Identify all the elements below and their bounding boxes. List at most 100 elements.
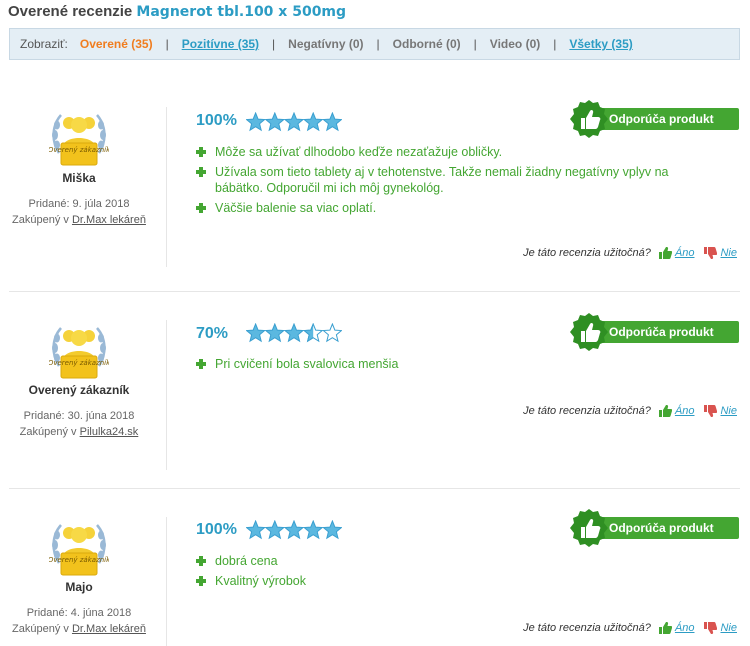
filter-video: Video (0) (489, 37, 541, 51)
filter-expert: Odborné (0) (392, 37, 461, 51)
pros-item: Môže sa užívať dlhodobo keďže nezaťažuje… (196, 144, 676, 160)
review-author: Majo (65, 580, 93, 594)
thumb-down-icon[interactable] (704, 247, 718, 259)
star-mark (264, 520, 286, 540)
review-item: Overený zákazník Majo Pridané: 4. júna 2… (9, 505, 740, 646)
review-meta: Pridané: 9. júla 2018 Zakúpený v Dr.Max … (9, 196, 149, 228)
plus-icon (196, 359, 206, 369)
thumb-down-icon[interactable] (704, 405, 718, 417)
filter-verified[interactable]: Overené (35) (80, 37, 153, 51)
review-item: Overený zákazník Overený zákazník Pridan… (9, 308, 741, 489)
shop-link[interactable]: Pilulka24.sk (80, 426, 139, 438)
plus-icon (196, 576, 206, 586)
helpful-no-link[interactable]: Nie (720, 247, 737, 259)
helpful-prompt: Je táto recenzia užitočná? Áno Nie (523, 405, 737, 417)
review-author: Overený zákazník (28, 383, 130, 397)
thumb-up-icon[interactable] (658, 247, 672, 259)
review-score: 70% (196, 325, 229, 342)
pros-list: Môže sa užívať dlhodobo keďže nezaťažuje… (196, 144, 676, 220)
review-meta: Pridané: 30. júna 2018 Zakúpený v Pilulk… (9, 408, 149, 440)
star-mark (246, 323, 266, 343)
filter-label: Zobraziť: (20, 37, 68, 51)
recommend-badge: Odporúča produkt (569, 508, 741, 548)
verified-customer-badge: Overený zákazník (49, 114, 109, 166)
star-mark (246, 112, 266, 132)
helpful-yes-link[interactable]: Áno (675, 622, 695, 634)
review-divider (9, 488, 740, 489)
star-mark (322, 520, 342, 540)
star-mark (322, 323, 342, 343)
thumb-up-icon[interactable] (658, 405, 672, 417)
plus-icon (196, 556, 206, 566)
thumb-down-icon[interactable] (704, 622, 718, 634)
pros-item: Pri cvičení bola svalovica menšia (196, 356, 676, 372)
shop-link[interactable]: Dr.Max lekáreň (72, 214, 146, 226)
star-mark (283, 323, 305, 343)
star-mark (302, 520, 324, 540)
pros-item: Väčšie balenie sa viac oplatí. (196, 200, 676, 216)
badge-text: Overený zákazník (49, 556, 109, 564)
bought-prefix: Zakúpený v (19, 426, 77, 438)
pros-item: dobrá cena (196, 553, 676, 569)
recommend-badge: Odporúča produkt (569, 312, 741, 352)
star-mark (264, 112, 286, 132)
review-divider (9, 291, 740, 292)
star-mark (264, 323, 286, 343)
filter-separator: | (553, 37, 557, 51)
filter-positive[interactable]: Pozitívne (35) (182, 37, 259, 51)
plus-icon (196, 203, 206, 213)
column-divider (166, 517, 167, 646)
helpful-yes-link[interactable]: Áno (675, 247, 695, 259)
pros-list: dobrá cena Kvalitný výrobok (196, 553, 676, 593)
rating-stars (246, 520, 342, 540)
recommend-label: Odporúča produkt (609, 521, 714, 535)
rating-stars (246, 323, 342, 343)
pros-item: Kvalitný výrobok (196, 573, 676, 589)
recommend-label: Odporúča produkt (609, 325, 714, 339)
helpful-prompt: Je táto recenzia užitočná? Áno Nie (523, 247, 737, 259)
review-shop-line: Zakúpený v Pilulka24.sk (9, 424, 149, 440)
page-title: Overené recenzie Magnerot tbl.100 x 500m… (8, 3, 346, 20)
thumbs-up-icon (570, 313, 608, 351)
column-divider (166, 320, 167, 470)
thumb-up-icon[interactable] (658, 622, 672, 634)
helpful-no-link[interactable]: Nie (720, 622, 737, 634)
star-mark (283, 520, 305, 540)
star-mark (246, 520, 266, 540)
helpful-question: Je táto recenzia užitočná? (523, 622, 651, 634)
filter-all[interactable]: Všetky (35) (569, 37, 632, 51)
recommend-label: Odporúča produkt (609, 112, 714, 126)
helpful-question: Je táto recenzia užitočná? (523, 405, 651, 417)
verified-customer-badge: Overený zákazník (49, 327, 109, 379)
star-mark (302, 112, 324, 132)
recommend-badge: Odporúča produkt (569, 99, 741, 139)
pros-list: Pri cvičení bola svalovica menšia (196, 356, 676, 376)
badge-text: Overený zákazník (49, 359, 109, 367)
bought-prefix: Zakúpený v (12, 214, 69, 226)
helpful-yes-link[interactable]: Áno (675, 405, 695, 417)
review-score: 100% (196, 112, 237, 129)
filter-separator: | (272, 37, 276, 51)
review-meta: Pridané: 4. júna 2018 Zakúpený v Dr.Max … (9, 605, 149, 637)
verified-customer-badge: Overený zákazník (49, 524, 109, 576)
review-date: Pridané: 9. júla 2018 (28, 198, 130, 210)
rating-stars (246, 112, 342, 132)
plus-icon (196, 147, 206, 157)
badge-text: Overený zákazník (49, 146, 109, 154)
helpful-prompt: Je táto recenzia užitočná? Áno Nie (523, 622, 737, 634)
helpful-question: Je táto recenzia užitočná? (523, 247, 651, 259)
thumbs-up-icon (570, 509, 608, 547)
shop-link[interactable]: Dr.Max lekáreň (72, 623, 146, 635)
plus-icon (196, 167, 206, 177)
review-item: Overený zákazník Miška Pridané: 9. júla … (9, 95, 741, 292)
page-title-label: Overené recenzie (8, 3, 133, 20)
filter-negative: Negatívny (0) (288, 37, 364, 51)
review-score: 100% (196, 521, 237, 538)
helpful-no-link[interactable]: Nie (720, 405, 737, 417)
column-divider (166, 107, 167, 267)
star-mark (322, 112, 342, 132)
star-mark (283, 112, 305, 132)
review-author: Miška (62, 171, 96, 185)
review-shop-line: Zakúpený v Dr.Max lekáreň (9, 212, 149, 228)
filter-separator: | (473, 37, 477, 51)
